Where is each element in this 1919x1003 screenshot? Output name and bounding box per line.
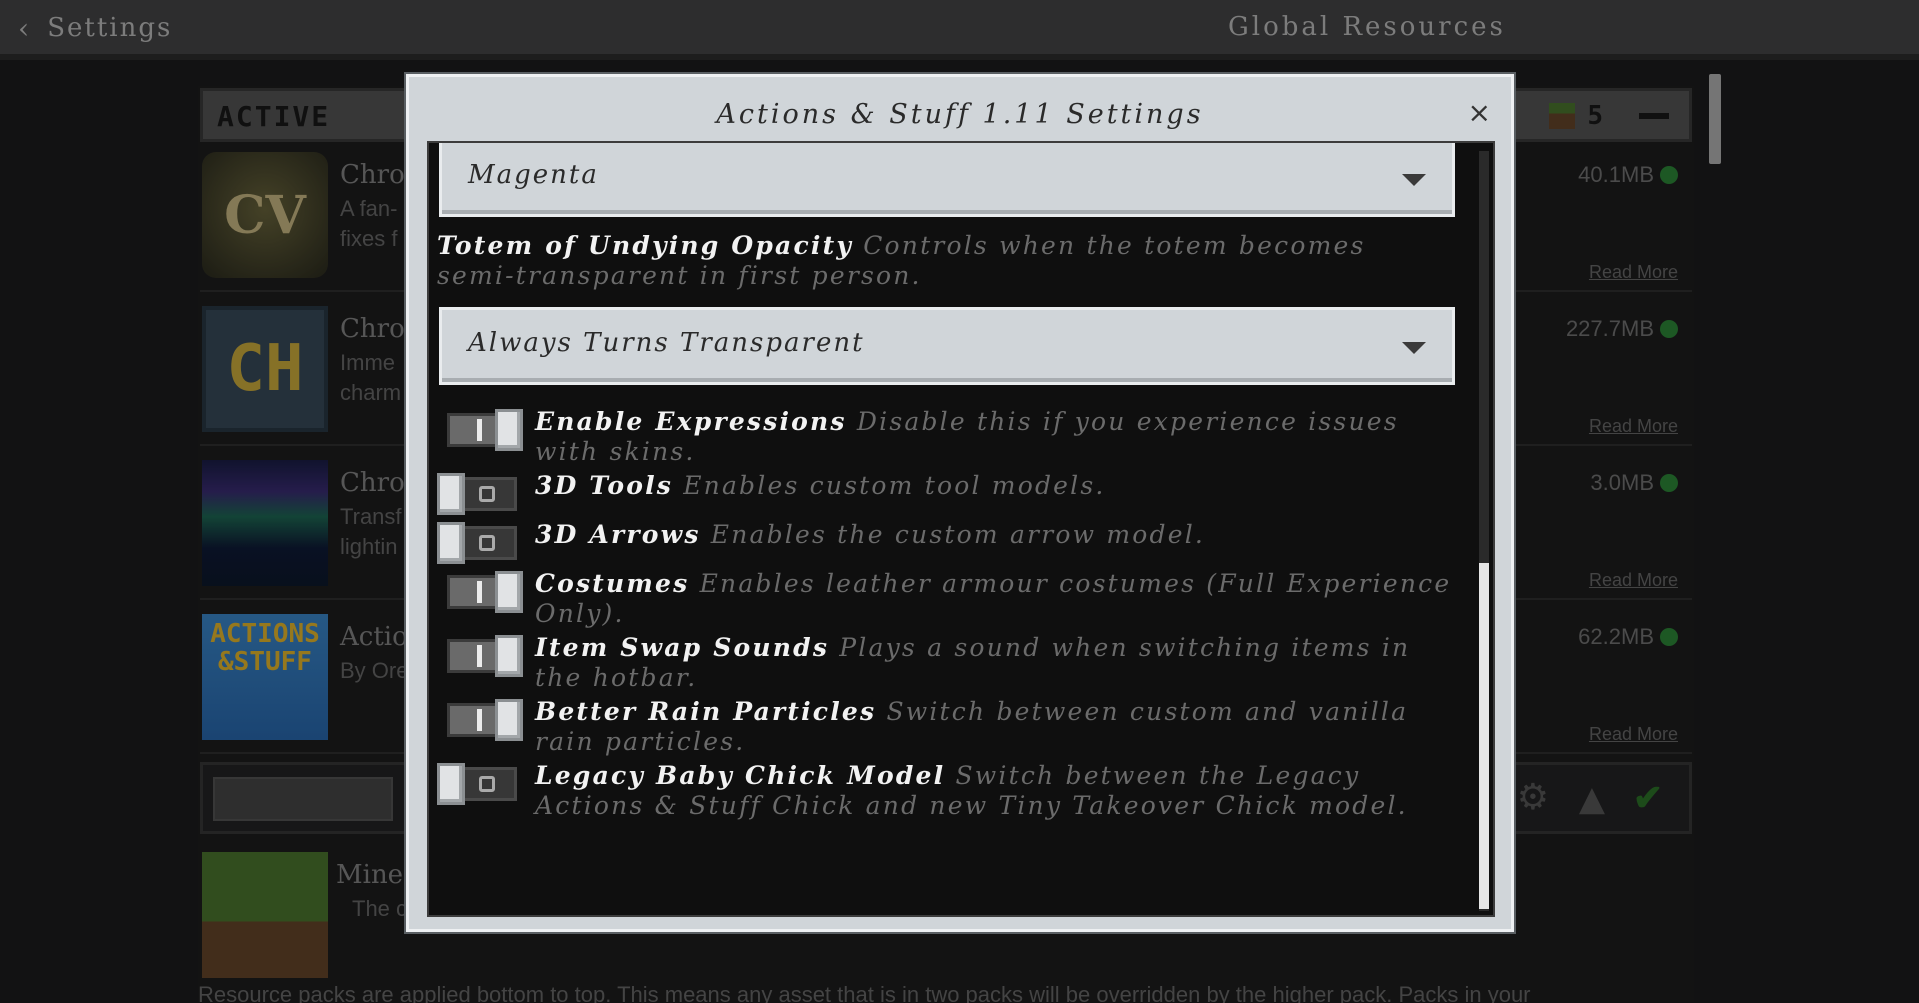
settings-scrollbar-thumb[interactable] <box>1479 563 1489 909</box>
setting-label: Item Swap Sounds <box>535 633 830 662</box>
setting-text: Legacy Baby Chick Model Switch between t… <box>535 761 1455 821</box>
toggle-knob <box>495 699 523 741</box>
setting-text: Item Swap Sounds Plays a sound when swit… <box>535 633 1455 693</box>
toggle-on-icon <box>477 419 482 441</box>
setting-label: Costumes <box>535 569 690 598</box>
toggle-off-icon <box>479 486 495 502</box>
setting-text: 3D Tools Enables custom tool models. <box>535 471 1455 501</box>
setting-text: Enable Expressions Disable this if you e… <box>535 407 1455 467</box>
triangle-down-icon <box>1402 342 1426 354</box>
screen: ‹ Settings Global Resources ACTIVE 5 CV … <box>0 0 1919 1003</box>
setting-text: Costumes Enables leather armour costumes… <box>535 569 1455 629</box>
toggle-on-icon <box>477 709 482 731</box>
toggle-on-icon <box>477 645 482 667</box>
toggle-3d-tools[interactable] <box>437 473 525 515</box>
toggle-knob <box>495 571 523 613</box>
dropdown-value: Magenta <box>468 160 599 190</box>
toggle-enable-expressions[interactable] <box>437 409 525 451</box>
toggle-costumes[interactable] <box>437 571 525 613</box>
toggle-knob <box>437 522 465 564</box>
setting-label: 3D Arrows <box>535 520 701 549</box>
setting-label: Better Rain Particles <box>535 697 877 726</box>
toggle-off-icon <box>479 776 495 792</box>
setting-label: Legacy Baby Chick Model <box>535 761 946 790</box>
setting-description: Enables the custom arrow model. <box>710 520 1206 549</box>
toggle-knob <box>495 635 523 677</box>
settings-modal: Actions & Stuff 1.11 Settings × Magenta … <box>406 74 1514 932</box>
toggle-3d-arrows[interactable] <box>437 522 525 564</box>
toggle-off-icon <box>479 535 495 551</box>
setting-description: Enables custom tool models. <box>683 471 1106 500</box>
close-icon[interactable]: × <box>1468 99 1491 127</box>
dropdown-value: Always Turns Transparent <box>468 328 865 358</box>
setting-label: 3D Tools <box>535 471 674 500</box>
settings-list[interactable]: Magenta Totem of Undying Opacity Control… <box>427 141 1495 917</box>
toggle-better-rain-particles[interactable] <box>437 699 525 741</box>
color-dropdown[interactable]: Magenta <box>439 143 1455 217</box>
setting-text: Better Rain Particles Switch between cus… <box>535 697 1455 757</box>
setting-text: Totem of Undying Opacity Controls when t… <box>437 231 1447 291</box>
toggle-on-icon <box>477 581 482 603</box>
toggle-knob <box>495 409 523 451</box>
modal-title: Actions & Stuff 1.11 Settings <box>716 99 1204 130</box>
setting-text: 3D Arrows Enables the custom arrow model… <box>535 520 1455 550</box>
setting-label: Totem of Undying Opacity <box>437 231 854 260</box>
setting-label: Enable Expressions <box>535 407 847 436</box>
triangle-down-icon <box>1402 174 1426 186</box>
totem-opacity-dropdown[interactable]: Always Turns Transparent <box>439 307 1455 385</box>
toggle-knob <box>437 763 465 805</box>
toggle-item-swap-sounds[interactable] <box>437 635 525 677</box>
toggle-knob <box>437 473 465 515</box>
toggle-legacy-baby-chick-model[interactable] <box>437 763 525 805</box>
